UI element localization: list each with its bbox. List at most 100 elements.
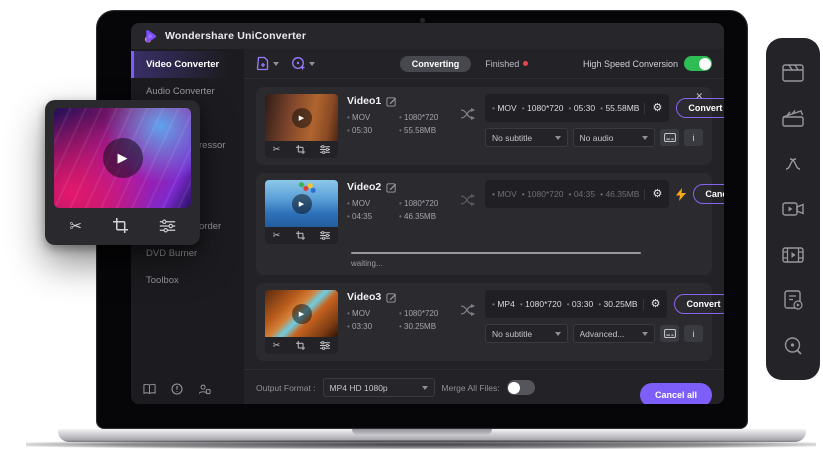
- high-speed-label: High Speed Conversion: [583, 59, 678, 69]
- audio-dropdown[interactable]: Advanced...: [573, 324, 656, 343]
- high-speed-toggle[interactable]: [684, 56, 712, 71]
- effect-curves-icon[interactable]: [781, 153, 805, 175]
- main-panel: Converting Finished High Speed Conversio…: [244, 49, 724, 404]
- sidebar-item-toolbox[interactable]: Toolbox: [131, 267, 244, 294]
- play-icon[interactable]: ▶: [292, 194, 312, 214]
- finished-badge-dot: [523, 61, 528, 66]
- convert-button[interactable]: Convert: [676, 98, 724, 118]
- src-resolution: 1080*720: [399, 309, 451, 318]
- clapperboard-icon[interactable]: [781, 107, 805, 129]
- add-file-icon: [256, 56, 270, 71]
- video-preview-card: ▶ ✂: [45, 100, 200, 245]
- output-settings-box[interactable]: MP4 1080*720 03:30 30.25MB ⚙: [485, 290, 667, 318]
- rename-icon[interactable]: [386, 292, 397, 303]
- preview-thumbnail[interactable]: ▶: [54, 108, 191, 208]
- disc-search-icon[interactable]: [781, 335, 805, 357]
- sidebar-bottom-icons: [143, 383, 211, 395]
- trim-icon[interactable]: ✂: [273, 231, 281, 240]
- conversion-progress: waiting...: [351, 252, 703, 268]
- trim-icon[interactable]: ✂: [273, 145, 281, 154]
- screen-recorder-icon[interactable]: [781, 198, 805, 220]
- effects-icon[interactable]: [320, 145, 330, 154]
- play-icon[interactable]: ▶: [292, 304, 312, 324]
- info-icon[interactable]: i: [684, 129, 703, 146]
- add-file-button[interactable]: [256, 56, 279, 71]
- video-row-2: ▶ ✂: [256, 173, 712, 275]
- crop-icon[interactable]: [296, 341, 305, 350]
- video1-thumbnail[interactable]: ▶ ✂: [265, 94, 338, 158]
- laptop-base-notch: [352, 429, 492, 435]
- trim-icon[interactable]: ✂: [273, 341, 281, 350]
- rename-icon[interactable]: [386, 182, 397, 193]
- info-icon[interactable]: i: [684, 325, 703, 342]
- out-format: MOV: [492, 189, 517, 199]
- status-text: waiting...: [351, 259, 641, 268]
- output-format-select[interactable]: MP4 HD 1080p: [323, 378, 435, 397]
- chevron-down-icon: [642, 332, 648, 336]
- subtitle-editor-icon[interactable]: [660, 325, 679, 342]
- guide-book-icon[interactable]: [143, 383, 156, 395]
- support-info-icon[interactable]: [171, 383, 183, 395]
- gear-icon[interactable]: ⚙: [644, 189, 662, 200]
- crop-icon[interactable]: [296, 145, 305, 154]
- crop-icon[interactable]: [296, 231, 305, 240]
- video-row-3: ▶ ✂: [256, 283, 712, 361]
- cancel-button[interactable]: Cancel: [693, 184, 724, 204]
- gear-icon[interactable]: ⚙: [644, 103, 662, 114]
- src-duration: 03:30: [347, 322, 393, 331]
- merger-filmstrip-icon[interactable]: [781, 244, 805, 266]
- account-icon[interactable]: [198, 383, 211, 395]
- toolbar: Converting Finished High Speed Conversio…: [244, 49, 724, 79]
- footer-bar: Output Format : MP4 HD 1080p Merge All F…: [244, 369, 724, 404]
- sidebar-item-video-converter[interactable]: Video Converter: [131, 51, 244, 78]
- convert-arrow-icon: [460, 194, 476, 206]
- convert-button[interactable]: Convert: [674, 294, 724, 314]
- app-logo-icon: [143, 29, 158, 44]
- video3-title: Video3: [347, 291, 381, 303]
- output-settings-box[interactable]: MOV 1080*720 05:30 55.58MB ⚙: [485, 94, 669, 122]
- effects-icon[interactable]: [320, 341, 330, 350]
- trim-icon[interactable]: ✂: [69, 217, 82, 235]
- src-resolution: 1080*720: [399, 113, 451, 122]
- src-duration: 05:30: [347, 126, 393, 135]
- subtitle-dropdown[interactable]: No subtitle: [485, 324, 568, 343]
- tab-converting[interactable]: Converting: [400, 56, 472, 72]
- subtitle-editor-icon[interactable]: [660, 129, 679, 146]
- video2-thumbnail[interactable]: ▶ ✂: [265, 180, 338, 244]
- src-size: 55.58MB: [399, 126, 451, 135]
- out-size: 46.35MB: [600, 189, 639, 199]
- gear-icon[interactable]: ⚙: [643, 299, 661, 310]
- merge-all-files-toggle[interactable]: [507, 380, 535, 395]
- video3-thumbnail[interactable]: ▶ ✂: [265, 290, 338, 354]
- add-dvd-button[interactable]: [291, 56, 315, 71]
- video-frame-icon[interactable]: [781, 62, 805, 84]
- subtitle-dropdown-value: No subtitle: [492, 329, 555, 339]
- effects-icon[interactable]: [159, 219, 176, 233]
- video-row-1: ✕ ▶ ✂: [256, 87, 712, 165]
- out-format: MP4: [492, 299, 515, 309]
- add-disc-icon: [291, 56, 306, 71]
- out-format: MOV: [492, 103, 517, 113]
- out-duration: 03:30: [567, 299, 594, 309]
- effects-icon[interactable]: [320, 231, 330, 240]
- audio-dropdown-value: Advanced...: [580, 329, 643, 339]
- output-settings-box[interactable]: MOV 1080*720 04:35 46.35MB ⚙: [485, 180, 669, 208]
- subtitle-dropdown[interactable]: No subtitle: [485, 128, 568, 147]
- chevron-down-icon: [309, 62, 315, 66]
- out-duration: 04:35: [568, 189, 595, 199]
- output-format-value: MP4 HD 1080p: [330, 383, 388, 393]
- play-icon[interactable]: ▶: [103, 138, 143, 178]
- out-size: 55.58MB: [600, 103, 639, 113]
- crop-icon[interactable]: [113, 218, 128, 233]
- play-icon[interactable]: ▶: [292, 108, 312, 128]
- output-format-label: Output Format :: [256, 383, 316, 393]
- out-duration: 05:30: [568, 103, 595, 113]
- audio-dropdown[interactable]: No audio: [573, 128, 656, 147]
- cancel-all-button[interactable]: Cancel all: [640, 383, 712, 404]
- media-library-icon[interactable]: [781, 289, 805, 311]
- tab-finished[interactable]: Finished: [485, 59, 528, 69]
- rename-icon[interactable]: [386, 96, 397, 107]
- src-duration: 04:35: [347, 212, 393, 221]
- close-icon[interactable]: ✕: [695, 92, 703, 101]
- out-size: 30.25MB: [598, 299, 637, 309]
